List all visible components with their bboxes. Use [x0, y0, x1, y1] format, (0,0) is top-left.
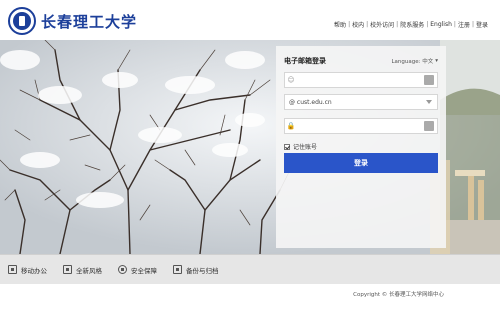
nav-link-external[interactable]: 校外访问: [370, 20, 394, 29]
password-input[interactable]: [297, 122, 424, 130]
feature-mobile-office[interactable]: 移动办公: [8, 265, 47, 275]
username-input[interactable]: [297, 76, 424, 84]
feature-new-style[interactable]: 全新风格: [63, 265, 102, 275]
login-panel: 电子邮箱登录 Language: 中文 ▾ ☺ @ cust.edu.cn 🔒 …: [276, 46, 446, 248]
login-title: 电子邮箱登录: [284, 57, 326, 65]
remember-me-checkbox[interactable]: 记住账号: [284, 142, 317, 151]
user-icon: ☺: [287, 76, 295, 84]
top-nav: 帮助 | 校内 | 校外访问 | 院系服务 | English | 注册 | 登…: [334, 20, 488, 29]
copyright-text: Copyright © 长春理工大学网络中心: [353, 292, 444, 298]
feature-label: 安全保障: [131, 266, 157, 275]
domain-select[interactable]: @ cust.edu.cn: [284, 94, 438, 110]
nav-link-services[interactable]: 院系服务: [400, 20, 424, 29]
site-header: 长春理工大学 帮助 | 校内 | 校外访问 | 院系服务 | English |…: [0, 0, 500, 40]
palette-icon: [63, 265, 72, 274]
domain-value: @ cust.edu.cn: [289, 98, 332, 106]
university-logo[interactable]: 长春理工大学: [8, 6, 137, 36]
nav-separator: |: [366, 21, 369, 28]
remember-me-label: 记住账号: [293, 144, 318, 151]
feature-archive[interactable]: 备份与归档: [173, 265, 219, 275]
university-seal-icon: [8, 7, 36, 35]
nav-link-help[interactable]: 帮助: [334, 20, 346, 29]
archive-box-icon: [173, 265, 182, 274]
feature-label: 全新风格: [76, 266, 102, 275]
keyboard-icon[interactable]: [424, 75, 434, 85]
mobile-phone-icon: [8, 265, 17, 274]
login-panel-header: 电子邮箱登录 Language: 中文 ▾: [284, 54, 438, 68]
nav-link-campus[interactable]: 校内: [352, 20, 364, 29]
university-name: 长春理工大学: [41, 12, 138, 31]
nav-separator: |: [471, 21, 474, 28]
checkbox-icon[interactable]: [284, 143, 290, 150]
nav-link-english[interactable]: English: [430, 21, 452, 28]
shield-icon: [118, 265, 127, 274]
nav-separator: |: [396, 21, 399, 28]
chevron-down-icon: ▾: [435, 58, 438, 64]
nav-separator: |: [348, 21, 351, 28]
username-field[interactable]: ☺: [284, 72, 438, 88]
feature-bar: 移动办公 全新风格 安全保障 备份与归档: [0, 254, 500, 284]
nav-separator: |: [426, 21, 429, 28]
login-button[interactable]: 登录: [284, 153, 438, 173]
keyboard-icon[interactable]: [424, 121, 434, 131]
site-footer: Copyright © 长春理工大学网络中心: [0, 284, 500, 312]
language-label: Language: 中文: [391, 59, 434, 65]
nav-link-register[interactable]: 注册: [458, 20, 470, 29]
nav-separator: |: [453, 21, 456, 28]
feature-label: 备份与归档: [186, 266, 219, 275]
language-selector[interactable]: Language: 中文 ▾: [391, 57, 438, 65]
nav-link-login[interactable]: 登录: [476, 20, 488, 29]
password-field[interactable]: 🔒: [284, 118, 438, 134]
feature-label: 移动办公: [21, 266, 47, 275]
lock-icon: 🔒: [286, 122, 296, 130]
chevron-down-icon: [426, 100, 432, 104]
feature-security[interactable]: 安全保障: [118, 265, 157, 275]
